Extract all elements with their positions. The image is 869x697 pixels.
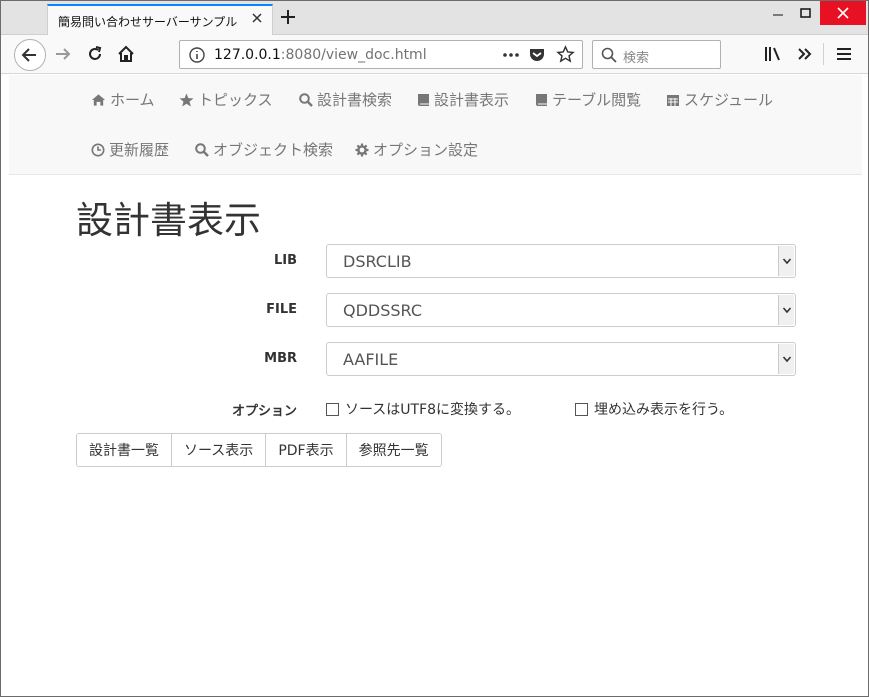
mbr-value: AAFILE [343, 350, 399, 369]
utf8-checkbox[interactable] [326, 402, 339, 416]
lib-label: LIB [273, 253, 297, 268]
hamburger-menu-icon[interactable] [834, 44, 854, 64]
nav-label: ホーム [110, 91, 155, 109]
nav-label: 設計書検索 [317, 91, 393, 109]
references-list-button[interactable]: 参照先一覧 [346, 434, 441, 466]
file-value: QDDSSRC [343, 301, 423, 320]
source-view-button[interactable]: ソース表示 [172, 434, 267, 466]
doc-list-button[interactable]: 設計書一覧 [77, 434, 172, 466]
nav-topics[interactable]: トピックス [179, 89, 273, 110]
reload-icon[interactable] [85, 44, 105, 64]
pocket-icon[interactable] [528, 46, 546, 68]
clock-icon [91, 143, 105, 156]
nav-table-browse[interactable]: テーブル閲覧 [535, 89, 641, 110]
nav-label: スケジュール [684, 91, 773, 109]
site-navbar: ホーム トピックス 設計書検索 設計書表示 テーブル閲覧 スケジュール 更新履歴… [9, 75, 862, 175]
nav-doc-view[interactable]: 設計書表示 [417, 89, 509, 110]
mbr-select[interactable]: AAFILE [326, 342, 796, 376]
lib-value: DSRCLIB [343, 252, 412, 271]
file-label: FILE [266, 302, 297, 317]
window-close-icon[interactable] [820, 1, 866, 25]
utf8-checkbox-label: ソースはUTF8に変換する。 [345, 402, 521, 418]
mbr-label: MBR [264, 351, 297, 366]
action-button-group: 設計書一覧 ソース表示 PDF表示 参照先一覧 [76, 433, 442, 467]
info-icon[interactable] [188, 46, 206, 68]
search-icon [601, 47, 617, 67]
browser-toolbar: 127.0.0.1:8080/view_doc.html 検索 [1, 35, 868, 74]
close-tab-icon[interactable] [250, 11, 264, 25]
search-icon [299, 92, 313, 107]
nav-object-search[interactable]: オブジェクト検索 [195, 139, 333, 160]
toolbar-separator [823, 43, 824, 65]
gear-icon [355, 143, 369, 156]
page-title: 設計書表示 [76, 199, 261, 242]
nav-doc-search[interactable]: 設計書検索 [299, 89, 392, 110]
new-tab-icon[interactable] [279, 8, 297, 26]
embed-checkbox-label: 埋め込み表示を行う。 [594, 402, 734, 418]
nav-label: テーブル閲覧 [552, 91, 642, 109]
book-icon [418, 93, 429, 106]
overflow-chevron-icon[interactable] [795, 44, 815, 64]
embed-checkbox[interactable] [575, 402, 588, 416]
home-icon [91, 93, 106, 106]
forward-icon[interactable] [53, 44, 73, 64]
library-icon[interactable] [763, 44, 783, 64]
chevron-down-icon[interactable] [778, 246, 794, 276]
chevron-down-icon[interactable] [778, 295, 794, 325]
nav-label: オプション設定 [373, 141, 479, 159]
url-text: 127.0.0.1:8080/view_doc.html [214, 47, 427, 63]
book-icon [536, 93, 547, 106]
pdf-view-button[interactable]: PDF表示 [266, 434, 347, 466]
bookmark-star-icon[interactable] [556, 45, 575, 68]
lib-select[interactable]: DSRCLIB [326, 244, 796, 278]
search-icon [195, 142, 209, 157]
calendar-icon [667, 94, 679, 106]
search-placeholder: 検索 [623, 51, 650, 66]
option-label: オプション [231, 404, 297, 419]
tab-title: 簡易問い合わせサーバーサンプル [58, 15, 238, 29]
nav-option-settings[interactable]: オプション設定 [355, 139, 478, 160]
back-button[interactable] [14, 39, 46, 71]
nav-label: 更新履歴 [109, 141, 170, 159]
home-icon[interactable] [116, 44, 136, 64]
url-bar[interactable]: 127.0.0.1:8080/view_doc.html [179, 40, 583, 69]
nav-home[interactable]: ホーム [91, 89, 155, 110]
file-select[interactable]: QDDSSRC [326, 293, 796, 327]
page-content: ホーム トピックス 設計書検索 設計書表示 テーブル閲覧 スケジュール 更新履歴… [9, 75, 862, 692]
search-bar[interactable]: 検索 [592, 40, 721, 69]
nav-schedule[interactable]: スケジュール [666, 89, 773, 110]
utf8-checkbox-row[interactable]: ソースはUTF8に変換する。 [326, 399, 520, 419]
nav-label: 設計書表示 [434, 91, 510, 109]
nav-history[interactable]: 更新履歴 [91, 139, 169, 160]
chevron-down-icon[interactable] [778, 344, 794, 374]
page-actions-icon[interactable] [502, 47, 520, 67]
star-icon [179, 92, 194, 107]
browser-tab[interactable]: 簡易問い合わせサーバーサンプル [47, 4, 273, 36]
tab-strip: 簡易問い合わせサーバーサンプル [1, 1, 868, 36]
nav-label: オブジェクト検索 [213, 141, 334, 159]
nav-label: トピックス [198, 91, 273, 109]
embed-checkbox-row[interactable]: 埋め込み表示を行う。 [575, 399, 733, 419]
browser-window: 簡易問い合わせサーバーサンプル 127.0.0.1:8080/view_doc.… [0, 0, 869, 697]
